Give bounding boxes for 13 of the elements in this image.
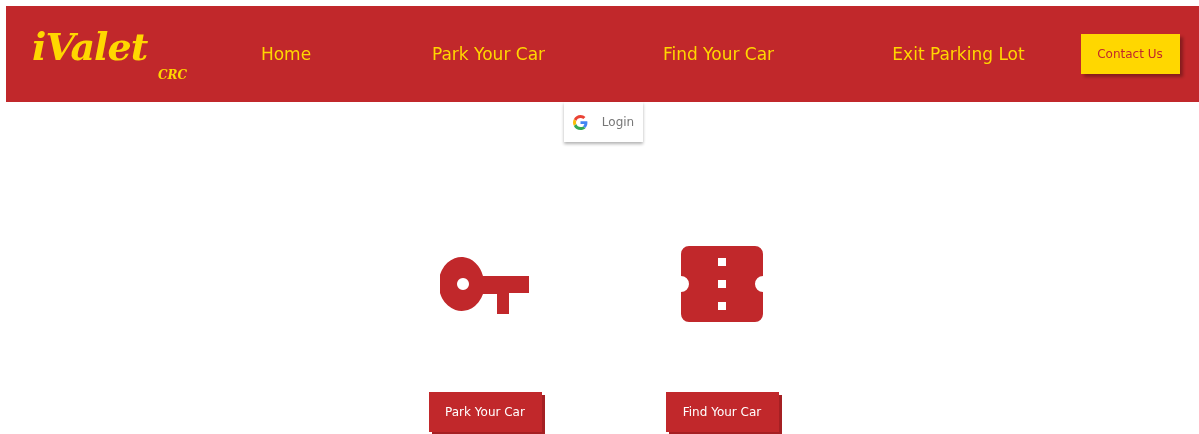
nav-link[interactable]: Home (260, 44, 312, 64)
action-button[interactable]: Park Your Car (428, 392, 542, 432)
logo-text[interactable]: iValet (32, 24, 148, 69)
google-login-button[interactable]: Login (563, 102, 644, 142)
nav-link[interactable]: Find Your Car (662, 44, 775, 64)
nav-link[interactable]: Park Your Car (431, 44, 546, 64)
ticket-icon (681, 246, 763, 322)
google-icon (572, 114, 588, 130)
logo-subtext: CRC (158, 68, 188, 82)
nav-link[interactable]: Exit Parking Lot (892, 44, 1025, 64)
key-icon (440, 254, 530, 314)
contact-button[interactable]: Contact Us (1080, 34, 1180, 74)
action-button[interactable]: Find Your Car (665, 392, 779, 432)
